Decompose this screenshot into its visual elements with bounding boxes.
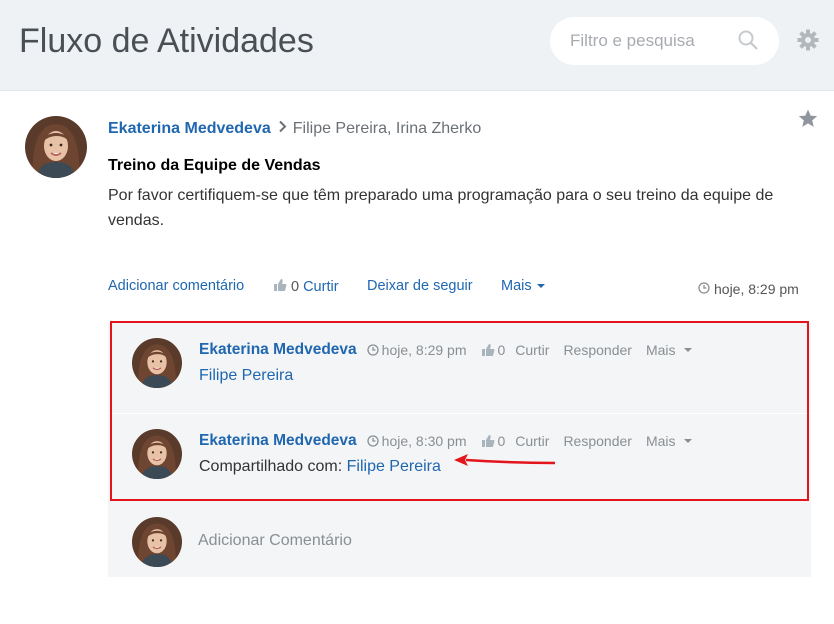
- thumbs-up-icon: [273, 278, 287, 296]
- search-input[interactable]: [570, 29, 730, 53]
- comment-reply-button[interactable]: Responder: [563, 433, 632, 449]
- clock-icon: [367, 435, 379, 447]
- comment-like-count: 0: [497, 433, 506, 449]
- activity-post: Ekaterina Medvedeva Filipe Pereira, Irina…: [0, 90, 834, 624]
- post-author-link[interactable]: Ekaterina Medvedeva: [108, 120, 271, 137]
- caret-down-icon: [683, 348, 692, 352]
- more-menu[interactable]: Mais: [501, 278, 545, 294]
- add-comment-input[interactable]: Adicionar Comentário: [198, 532, 352, 550]
- post-time-label: hoje, 8:29 pm: [714, 281, 799, 297]
- comment-time-label: hoje, 8:30 pm: [381, 433, 467, 449]
- shared-with-label: Compartilhado com:: [199, 458, 343, 475]
- comment-body: Filipe Pereira: [199, 367, 293, 385]
- comment-like[interactable]: 0 Curtir: [481, 342, 550, 358]
- comment-like-label: Curtir: [515, 433, 550, 449]
- comment-reply-button[interactable]: Responder: [563, 342, 632, 358]
- like-count: 0: [291, 279, 300, 295]
- more-label: Mais: [501, 278, 532, 294]
- comment-like-count: 0: [497, 342, 506, 358]
- star-icon[interactable]: [798, 109, 818, 133]
- clock-icon: [367, 344, 379, 356]
- post-time: hoje, 8:29 pm: [698, 281, 799, 297]
- comment-time-label: hoje, 8:29 pm: [381, 342, 467, 358]
- avatar: [132, 517, 182, 567]
- search-icon[interactable]: [738, 30, 758, 55]
- add-comment-box[interactable]: Adicionar Comentário: [108, 505, 811, 577]
- unfollow-link[interactable]: Deixar de seguir: [367, 278, 473, 294]
- gear-icon[interactable]: [797, 29, 819, 56]
- annotation-arrow-icon: [454, 454, 556, 466]
- avatar[interactable]: [132, 338, 182, 388]
- like-group: 0 Curtir: [273, 278, 339, 296]
- caret-down-icon: [683, 439, 692, 443]
- thumbs-up-icon: [481, 343, 495, 357]
- page-title: Fluxo de Atividades: [19, 22, 314, 60]
- post-body: Por favor certifiquem-se que têm prepara…: [108, 187, 774, 229]
- comment-like-label: Curtir: [515, 342, 550, 358]
- post-header: Ekaterina Medvedeva Filipe Pereira, Irina…: [108, 120, 481, 138]
- chevron-right-icon: [278, 120, 287, 138]
- caret-down-icon: [536, 284, 545, 289]
- comments-section: Ekaterina Medvedeva hoje, 8:29 pm 0 Curt…: [108, 323, 811, 577]
- thumbs-up-icon: [481, 434, 495, 448]
- comment-time: hoje, 8:29 pm: [367, 342, 467, 358]
- avatar[interactable]: [132, 429, 182, 479]
- comment-header: Ekaterina Medvedeva hoje, 8:30 pm 0 Curt…: [199, 432, 706, 450]
- comment-more-label: Mais: [645, 342, 676, 358]
- mention-link[interactable]: Filipe Pereira: [347, 458, 441, 475]
- comment-more-menu[interactable]: Mais: [646, 433, 692, 449]
- post-title: Treino da Equipe de Vendas: [108, 157, 321, 174]
- clock-icon: [698, 281, 710, 297]
- mention-link[interactable]: Filipe Pereira: [199, 367, 293, 384]
- comment-author-link[interactable]: Ekaterina Medvedeva: [199, 432, 357, 450]
- comment-more-menu[interactable]: Mais: [646, 342, 692, 358]
- comment-item: Ekaterina Medvedeva hoje, 8:29 pm 0 Curt…: [108, 323, 811, 411]
- comment-like[interactable]: 0 Curtir: [481, 433, 550, 449]
- comment-header: Ekaterina Medvedeva hoje, 8:29 pm 0 Curt…: [199, 341, 706, 359]
- comment-time: hoje, 8:30 pm: [367, 433, 467, 449]
- like-button[interactable]: Curtir: [303, 279, 338, 295]
- comment-body: Compartilhado com: Filipe Pereira: [199, 458, 441, 476]
- avatar[interactable]: [25, 116, 87, 178]
- comment-more-label: Mais: [645, 433, 676, 449]
- page-header: Fluxo de Atividades: [0, 0, 834, 90]
- post-recipients: Filipe Pereira, Irina Zherko: [292, 120, 482, 137]
- add-comment-link[interactable]: Adicionar comentário: [108, 278, 244, 294]
- comment-author-link[interactable]: Ekaterina Medvedeva: [199, 341, 357, 359]
